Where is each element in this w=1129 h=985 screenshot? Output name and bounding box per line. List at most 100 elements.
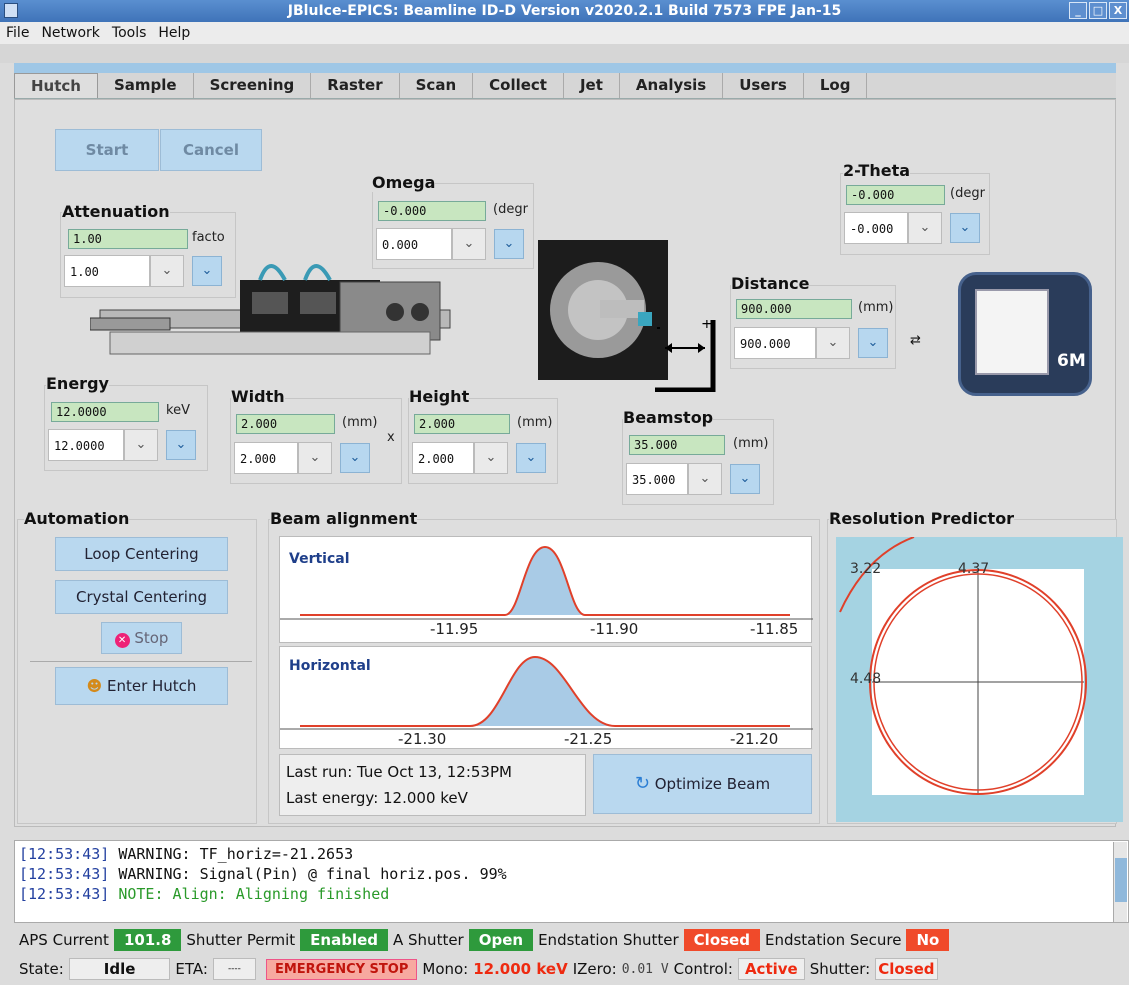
cancel-button[interactable]: Cancel bbox=[160, 129, 262, 171]
height-input[interactable]: 2.000 bbox=[412, 442, 474, 474]
beamstop-label: Beamstop bbox=[623, 408, 714, 427]
height-dropdown[interactable]: ⌄ bbox=[474, 442, 508, 474]
vertical-profile-curve bbox=[280, 545, 813, 620]
tab-jet[interactable]: Jet bbox=[564, 73, 620, 98]
energy-dropdown[interactable]: ⌄ bbox=[124, 429, 158, 461]
a-shutter-label: A Shutter bbox=[393, 931, 464, 949]
resolution-ring-1: 3.22 bbox=[850, 561, 882, 577]
start-button[interactable]: Start bbox=[55, 129, 159, 171]
aps-current-label: APS Current bbox=[19, 931, 109, 949]
beam-direction-arrow: + bbox=[655, 320, 716, 392]
two-theta-apply[interactable]: ⌄ bbox=[950, 213, 980, 243]
maximize-button[interactable]: □ bbox=[1089, 2, 1107, 19]
menu-help[interactable]: Help bbox=[152, 25, 196, 41]
log-line: [12:53:43] WARNING: TF_horiz=-21.2653 bbox=[19, 845, 354, 863]
enter-hutch-label: Enter Hutch bbox=[106, 677, 197, 695]
resolution-ring-2: 4.37 bbox=[958, 561, 990, 577]
width-unit: (mm) bbox=[342, 415, 378, 430]
chevron-down-icon: ⌄ bbox=[503, 236, 515, 251]
tab-raster[interactable]: Raster bbox=[311, 73, 400, 98]
distance-input[interactable]: 900.000 bbox=[734, 327, 816, 359]
menu-network[interactable]: Network bbox=[35, 25, 105, 41]
detector-badge: 6M bbox=[1057, 351, 1086, 371]
shutter-label: Shutter: bbox=[809, 960, 871, 978]
detector-move-icon: ⇄ bbox=[910, 333, 921, 348]
window-title: JBluIce-EPICS: Beamline ID-D Version v20… bbox=[287, 3, 842, 19]
omega-apply[interactable]: ⌄ bbox=[494, 229, 524, 259]
tab-hutch[interactable]: Hutch bbox=[14, 73, 98, 98]
distance-unit: (mm) bbox=[858, 300, 894, 315]
resolution-label: Resolution Predictor bbox=[829, 509, 1015, 528]
energy-label: Energy bbox=[46, 374, 109, 393]
chevron-down-icon: ⌄ bbox=[135, 437, 147, 452]
optimize-beam-button[interactable]: ↻ Optimize Beam bbox=[593, 754, 812, 814]
enter-hutch-button[interactable]: ☻ Enter Hutch bbox=[55, 667, 228, 705]
automation-divider bbox=[30, 661, 252, 662]
chevron-down-icon: ⌄ bbox=[175, 437, 187, 452]
two-theta-label: 2-Theta bbox=[843, 161, 911, 180]
chevron-down-icon: ⌄ bbox=[699, 471, 711, 486]
tab-scan[interactable]: Scan bbox=[400, 73, 474, 98]
log-scroll-thumb[interactable] bbox=[1115, 858, 1127, 902]
close-button[interactable]: X bbox=[1109, 2, 1127, 19]
optimize-beam-label: Optimize Beam bbox=[654, 775, 771, 793]
tab-users[interactable]: Users bbox=[723, 73, 804, 98]
chevron-down-icon: ⌄ bbox=[739, 471, 751, 486]
shutter-permit-value: Enabled bbox=[300, 929, 388, 951]
distance-dropdown[interactable]: ⌄ bbox=[816, 327, 850, 359]
two-theta-input[interactable]: -0.000 bbox=[844, 212, 908, 244]
tab-analysis[interactable]: Analysis bbox=[620, 73, 724, 98]
chevron-down-icon: ⌄ bbox=[309, 450, 321, 465]
loop-centering-button[interactable]: Loop Centering bbox=[55, 537, 228, 571]
height-unit: (mm) bbox=[517, 415, 553, 430]
log-panel: [12:53:43] WARNING: TF_horiz=-21.2653 [1… bbox=[14, 840, 1129, 923]
eta-label: ETA: bbox=[175, 960, 208, 978]
endstation-shutter-label: Endstation Shutter bbox=[538, 931, 679, 949]
two-theta-readback: -0.000 bbox=[846, 185, 945, 205]
omega-readback: -0.000 bbox=[378, 201, 486, 221]
state-label: State: bbox=[19, 960, 64, 978]
eta-value: ---- bbox=[212, 958, 256, 980]
two-theta-dropdown[interactable]: ⌄ bbox=[908, 212, 942, 244]
chevron-down-icon: ⌄ bbox=[349, 450, 361, 465]
tab-log[interactable]: Log bbox=[804, 73, 868, 98]
beamline-optics-image bbox=[90, 264, 451, 355]
status-bar-bottom: State: Idle ETA: ---- EMERGENCY STOP Mon… bbox=[14, 956, 938, 982]
width-input[interactable]: 2.000 bbox=[234, 442, 298, 474]
crystal-centering-button[interactable]: Crystal Centering bbox=[55, 580, 228, 614]
beamstop-apply[interactable]: ⌄ bbox=[730, 464, 760, 494]
chevron-down-icon: ⌄ bbox=[525, 450, 537, 465]
height-apply[interactable]: ⌄ bbox=[516, 443, 546, 473]
chevron-down-icon: ⌄ bbox=[485, 450, 497, 465]
menu-tools[interactable]: Tools bbox=[106, 25, 153, 41]
distance-apply[interactable]: ⌄ bbox=[858, 328, 888, 358]
stop-button[interactable]: ✕ Stop bbox=[101, 622, 182, 654]
log-line: [12:53:43] NOTE: Align: Aligning finishe… bbox=[19, 885, 390, 903]
status-bar-top: APS Current 101.8 Shutter Permit Enabled… bbox=[14, 927, 950, 953]
width-dropdown[interactable]: ⌄ bbox=[298, 442, 332, 474]
log-scrollbar[interactable] bbox=[1113, 842, 1127, 922]
attenuation-readback: 1.00 bbox=[68, 229, 188, 249]
emergency-stop-button[interactable]: EMERGENCY STOP bbox=[265, 958, 418, 980]
width-apply[interactable]: ⌄ bbox=[340, 443, 370, 473]
app-icon bbox=[4, 3, 18, 18]
stop-label: Stop bbox=[134, 629, 169, 647]
chevron-down-icon: ⌄ bbox=[919, 220, 931, 235]
menu-file[interactable]: File bbox=[0, 25, 35, 41]
tab-sample[interactable]: Sample bbox=[98, 73, 194, 98]
minimize-button[interactable]: _ bbox=[1069, 2, 1087, 19]
omega-label: Omega bbox=[372, 173, 436, 192]
beamstop-input[interactable]: 35.000 bbox=[626, 463, 688, 495]
distance-label: Distance bbox=[731, 274, 810, 293]
tab-collect[interactable]: Collect bbox=[473, 73, 564, 98]
tab-screening[interactable]: Screening bbox=[194, 73, 312, 98]
attenuation-unit: facto bbox=[192, 230, 225, 245]
aps-current-value: 101.8 bbox=[113, 929, 182, 951]
energy-input[interactable]: 12.0000 bbox=[48, 429, 124, 461]
beamstop-dropdown[interactable]: ⌄ bbox=[688, 463, 722, 495]
two-theta-unit: (degr bbox=[950, 186, 985, 201]
height-readback: 2.000 bbox=[414, 414, 510, 434]
window-title-bar: JBluIce-EPICS: Beamline ID-D Version v20… bbox=[0, 0, 1129, 22]
shutter-value: Closed bbox=[875, 958, 938, 980]
energy-apply[interactable]: ⌄ bbox=[166, 430, 196, 460]
